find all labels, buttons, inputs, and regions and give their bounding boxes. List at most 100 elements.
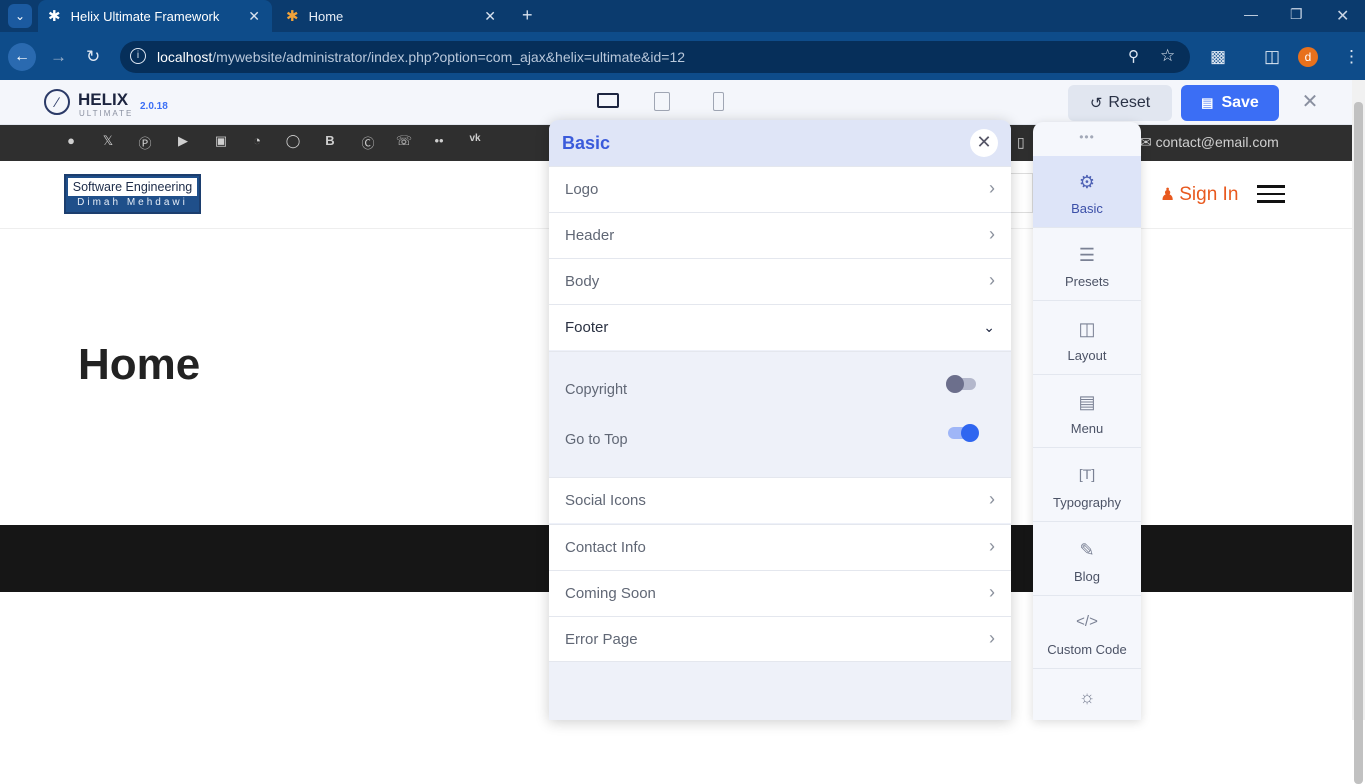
minimize-icon[interactable]: — xyxy=(1244,6,1258,22)
page-scrollbar[interactable] xyxy=(1352,80,1365,784)
rail-label: Custom Code xyxy=(1047,642,1127,657)
scrollbar-thumb[interactable] xyxy=(1354,102,1363,784)
header-divider xyxy=(1011,173,1033,213)
rail-layout[interactable]: ◫ Layout xyxy=(1033,303,1141,375)
gear-icon: ⚙ xyxy=(1078,172,1096,192)
x-twitter-icon[interactable]: 𝕏 xyxy=(99,133,117,151)
skype-icon[interactable]: Ⓒ xyxy=(359,133,377,151)
forward-icon[interactable]: → xyxy=(50,47,67,67)
section-footer[interactable]: Footer ⌄ xyxy=(549,304,1011,350)
tab-home[interactable]: ✱ Home ✕ xyxy=(278,0,508,32)
hamburger-menu-icon[interactable] xyxy=(1257,185,1285,203)
section-header[interactable]: Header › xyxy=(549,212,1011,258)
chevron-down-icon: ⌄ xyxy=(983,319,995,335)
tab-list-dropdown-icon[interactable]: ⌄ xyxy=(8,4,32,28)
settings-rail: ••• ⚙ Basic ☰ Presets ◫ Layout ▤ Menu [T… xyxy=(1033,122,1141,720)
sidebar-icon[interactable]: ◫ xyxy=(1264,47,1280,67)
url-field[interactable]: i localhost/mywebsite/administrator/inde… xyxy=(120,41,1190,73)
rail-presets[interactable]: ☰ Presets xyxy=(1033,229,1141,301)
section-label: Error Page xyxy=(565,631,638,648)
close-tab-icon[interactable]: ✕ xyxy=(484,8,496,25)
desktop-view-icon[interactable] xyxy=(597,93,619,108)
layout-icon: ◫ xyxy=(1078,319,1096,339)
page-title: Home xyxy=(78,340,201,389)
tablet-view-icon[interactable] xyxy=(654,92,670,111)
linkedin-icon[interactable]: ▣ xyxy=(212,133,230,151)
browser-menu-icon[interactable]: ⋮ xyxy=(1343,47,1360,67)
rail-menu[interactable]: ▤ Menu xyxy=(1033,376,1141,448)
new-tab-icon[interactable]: + xyxy=(522,5,533,26)
rail-label: Typography xyxy=(1053,495,1121,510)
chevron-right-icon: › xyxy=(989,628,995,648)
history-icon: ↺ xyxy=(1089,95,1103,112)
contact-email[interactable]: ✉ contact@email.com xyxy=(1140,134,1279,151)
restore-icon[interactable]: ❐ xyxy=(1290,6,1303,23)
toggle-knob xyxy=(961,424,979,442)
profile-avatar[interactable]: d xyxy=(1298,47,1318,67)
site-info-icon[interactable]: i xyxy=(130,48,146,64)
rail-label: Menu xyxy=(1070,421,1104,436)
close-panel-icon[interactable]: ✕ xyxy=(970,129,998,157)
rail-basic[interactable]: ⚙ Basic xyxy=(1033,156,1141,228)
footer-options: Copyright Go to Top xyxy=(549,351,1011,477)
helix-brand: HELIX xyxy=(78,90,129,109)
tab-title: Home xyxy=(308,8,344,24)
rail-blog[interactable]: ✎ Blog xyxy=(1033,524,1141,596)
go-to-top-toggle[interactable] xyxy=(948,424,979,442)
reload-icon[interactable]: ↻ xyxy=(86,47,100,67)
section-label: Header xyxy=(565,227,615,244)
close-editor-icon[interactable]: ✕ xyxy=(1296,88,1324,116)
youtube-icon[interactable]: ▶ xyxy=(174,133,192,151)
reset-button[interactable]: ↺ Reset xyxy=(1068,85,1172,121)
tab-title: Helix Ultimate Framework xyxy=(70,8,220,24)
extensions-icon[interactable]: ▩ xyxy=(1210,47,1226,67)
site-logo[interactable]: Software Engineering Dimah Mehdawi xyxy=(64,174,201,214)
phone-icon: ▯ xyxy=(1017,134,1025,150)
rail-typography[interactable]: [T] Typography xyxy=(1033,450,1141,522)
section-coming-soon[interactable]: Coming Soon › xyxy=(549,570,1011,616)
back-icon[interactable]: ← xyxy=(8,43,36,71)
reset-label: Reset xyxy=(1108,94,1151,111)
section-social-icons[interactable]: Social Icons › xyxy=(549,477,1011,523)
drag-handle-icon[interactable]: ••• xyxy=(1033,130,1141,144)
flickr-icon[interactable]: •• xyxy=(430,133,448,151)
copyright-toggle[interactable] xyxy=(946,375,976,393)
chevron-right-icon: › xyxy=(989,224,995,244)
bookmark-star-icon[interactable]: ☆ xyxy=(1160,46,1175,66)
facebook-icon[interactable]: ● xyxy=(62,133,80,151)
section-label: Footer xyxy=(565,319,609,336)
basic-settings-panel: Basic ✕ Logo › Header › Body › Footer ⌄ … xyxy=(549,120,1011,720)
chevron-right-icon: › xyxy=(989,582,995,602)
joomla-icon: ✱ xyxy=(286,8,299,25)
code-icon: </> xyxy=(1076,613,1098,630)
copyright-label: Copyright xyxy=(565,382,628,398)
pinterest-icon[interactable]: Ⓟ xyxy=(136,133,154,151)
mobile-view-icon[interactable] xyxy=(713,92,724,111)
url-text: localhost/mywebsite/administrator/index.… xyxy=(157,49,686,65)
rail-custom-code[interactable]: </> Custom Code xyxy=(1033,597,1141,669)
mail-icon: ✉ xyxy=(1140,134,1156,150)
tab-helix[interactable]: ✱ Helix Ultimate Framework ✕ xyxy=(38,0,272,32)
sliders-icon: ☰ xyxy=(1078,245,1096,265)
zoom-icon[interactable]: ⚲ xyxy=(1128,47,1139,65)
sign-in-link[interactable]: ♟ Sign In xyxy=(1160,184,1238,206)
instagram-icon[interactable]: ◯ xyxy=(284,133,302,151)
section-body[interactable]: Body › xyxy=(549,258,1011,304)
section-contact-info[interactable]: Contact Info › xyxy=(549,524,1011,570)
close-window-icon[interactable]: ✕ xyxy=(1336,6,1349,26)
save-label: Save xyxy=(1221,94,1259,111)
behance-icon[interactable]: B xyxy=(321,133,339,151)
vk-icon[interactable]: vk xyxy=(466,133,484,151)
section-label: Coming Soon xyxy=(565,585,656,602)
go-to-top-label: Go to Top xyxy=(565,432,628,448)
save-button[interactable]: ▤ Save xyxy=(1181,85,1279,121)
rail-more[interactable]: ☼ xyxy=(1033,671,1141,720)
section-error-page[interactable]: Error Page › xyxy=(549,616,1011,662)
section-logo[interactable]: Logo › xyxy=(549,166,1011,212)
panel-header: Basic ✕ xyxy=(549,120,1011,166)
close-tab-icon[interactable]: ✕ xyxy=(248,8,260,25)
brush-icon: ☼ xyxy=(1078,687,1096,707)
dribbble-icon[interactable]: ◔ xyxy=(248,133,266,151)
whatsapp-icon[interactable]: ☏ xyxy=(395,133,413,151)
chevron-right-icon: › xyxy=(989,270,995,290)
